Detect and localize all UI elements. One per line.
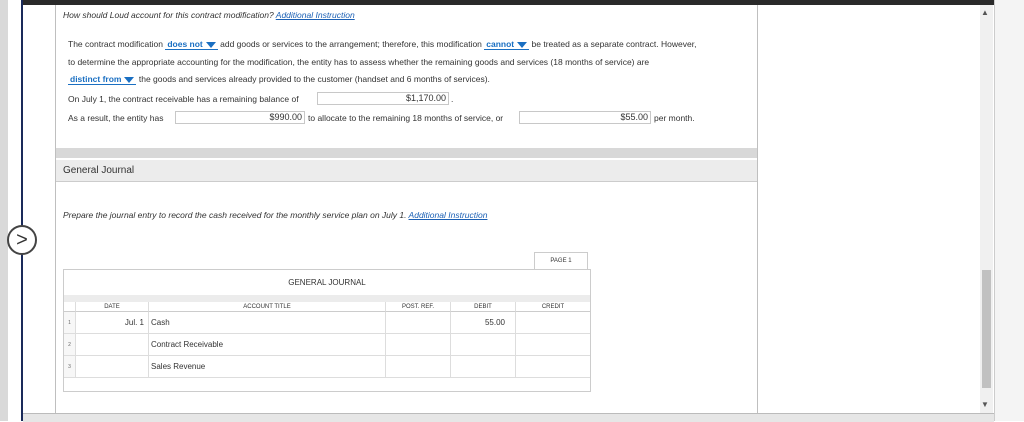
text-fragment: be treated as a separate contract. Howev…	[531, 39, 697, 49]
page-label: PAGE 1	[534, 252, 588, 270]
chevron-right-icon: >	[16, 228, 28, 251]
debit-cell[interactable]	[451, 334, 516, 356]
dropdown-value: distinct from	[70, 74, 122, 84]
account-cell[interactable]: Contract Receivable	[149, 334, 386, 356]
journal-question: Prepare the journal entry to record the …	[63, 210, 487, 220]
dropdown-value: cannot	[486, 39, 515, 49]
per-month-text: per month.	[654, 113, 695, 123]
paragraph-line-1: The contract modification does not add g…	[68, 39, 696, 50]
dropdown-arrow-icon	[124, 76, 135, 83]
monthly-amount-input[interactable]: $55.00	[519, 111, 651, 124]
journal-title: GENERAL JOURNAL	[288, 278, 366, 287]
question-text: Prepare the journal entry to record the …	[63, 210, 407, 220]
receivable-balance-input[interactable]: $1,170.00	[317, 92, 449, 105]
left-frame-line	[21, 0, 23, 421]
date-cell[interactable]	[76, 334, 149, 356]
triangle-down-icon[interactable]: ▼	[981, 400, 989, 409]
left-edge	[0, 0, 8, 421]
row-number: 3	[64, 356, 76, 378]
content-right-border	[757, 5, 758, 415]
row-number-header	[64, 302, 76, 312]
paragraph-line-2: to determine the appropriate accounting …	[68, 57, 650, 67]
additional-instruction-link[interactable]: Additional Instruction	[276, 10, 355, 20]
debit-header: DEBIT	[451, 302, 516, 312]
paragraph-line-3: distinct from the goods and services alr…	[68, 74, 490, 85]
date-header: DATE	[76, 302, 149, 312]
right-panel-edge	[994, 0, 1024, 421]
date-cell[interactable]	[76, 356, 149, 378]
date-cell[interactable]: Jul. 1	[76, 312, 149, 334]
additional-instruction-link[interactable]: Additional Instruction	[409, 210, 488, 220]
period-text: .	[451, 94, 454, 104]
text-fragment: add goods or services to the arrangement…	[220, 39, 482, 49]
credit-cell[interactable]	[516, 312, 590, 334]
journal-title-divider	[64, 295, 590, 302]
allocation-amount-input[interactable]: $990.00	[175, 111, 305, 124]
text-fragment: The contract modification	[68, 39, 163, 49]
question-text: How should Loud account for this contrac…	[63, 10, 274, 20]
credit-cell[interactable]	[516, 334, 590, 356]
account-cell[interactable]: Sales Revenue	[149, 356, 386, 378]
dropdown-cannot[interactable]: cannot	[484, 39, 530, 50]
next-nav-button[interactable]: >	[7, 225, 37, 255]
post-ref-cell[interactable]	[386, 334, 451, 356]
modification-question: How should Loud account for this contrac…	[63, 10, 355, 20]
post-ref-header: POST. REF.	[386, 302, 451, 312]
section-title: General Journal	[63, 165, 135, 176]
debit-cell[interactable]	[451, 356, 516, 378]
general-journal-table: GENERAL JOURNAL DATE ACCOUNT TITLE POST.…	[63, 269, 591, 392]
post-ref-cell[interactable]	[386, 356, 451, 378]
top-frame-bar	[23, 0, 994, 5]
scrollbar-thumb[interactable]	[982, 270, 991, 388]
section-separator	[56, 148, 757, 158]
row-number: 2	[64, 334, 76, 356]
dropdown-distinct-from[interactable]: distinct from	[68, 74, 137, 85]
dropdown-does-not[interactable]: does not	[165, 39, 218, 50]
dropdown-arrow-icon	[517, 41, 528, 48]
account-cell[interactable]: Cash	[149, 312, 386, 334]
receivable-balance-label: On July 1, the contract receivable has a…	[68, 94, 299, 104]
debit-cell[interactable]: 55.00	[451, 312, 516, 334]
triangle-up-icon[interactable]: ▲	[981, 8, 989, 17]
dropdown-arrow-icon	[205, 41, 216, 48]
content-left-border	[55, 5, 56, 415]
allocation-label: As a result, the entity has	[68, 113, 164, 123]
text-fragment: the goods and services already provided …	[138, 74, 490, 84]
row-number: 1	[64, 312, 76, 334]
post-ref-cell[interactable]	[386, 312, 451, 334]
general-journal-section-header: General Journal	[56, 160, 757, 182]
allocation-mid-text: to allocate to the remaining 18 months o…	[308, 113, 504, 123]
dropdown-value: does not	[167, 39, 203, 49]
credit-cell[interactable]	[516, 356, 590, 378]
credit-header: CREDIT	[516, 302, 590, 312]
account-title-header: ACCOUNT TITLE	[149, 302, 386, 312]
